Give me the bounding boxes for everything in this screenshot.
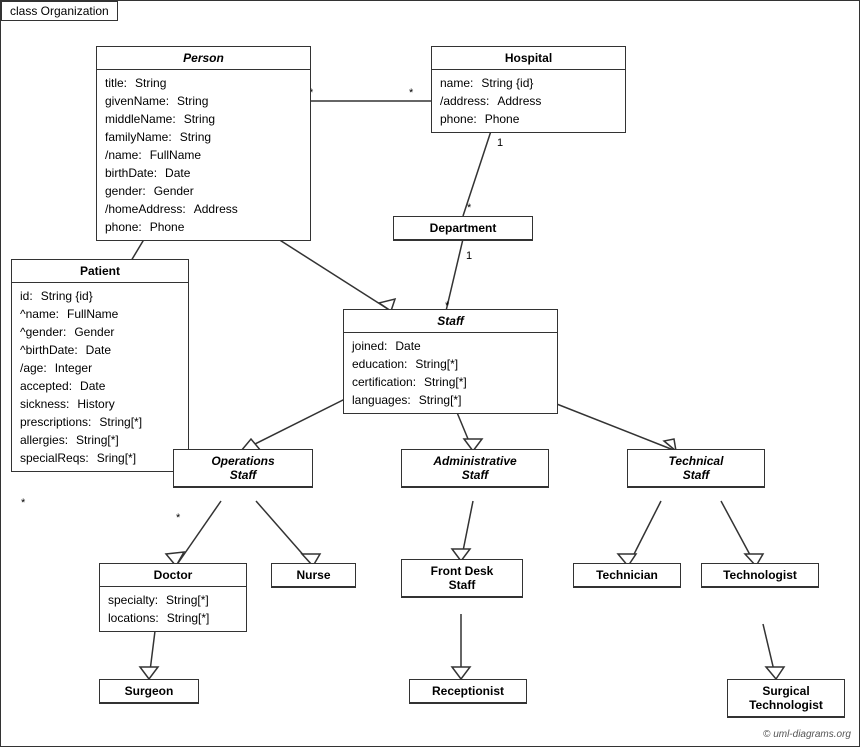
person-title: Person [97,47,310,70]
front-desk-staff-class: Front Desk Staff [401,559,523,598]
staff-body: joined:Date education:String[*] certific… [344,333,557,413]
operations-staff-class: Operations Staff [173,449,313,488]
staff-class: Staff joined:Date education:String[*] ce… [343,309,558,414]
svg-text:1: 1 [497,137,503,149]
surgical-technologist-class: Surgical Technologist [727,679,845,718]
surgeon-class: Surgeon [99,679,199,704]
diagram-title: class Organization [1,1,118,21]
svg-text:*: * [409,87,414,99]
hospital-body: name:String {id} /address:Address phone:… [432,70,625,132]
department-class: Department [393,216,533,241]
patient-class: Patient id:String {id} ^name:FullName ^g… [11,259,189,472]
hospital-title: Hospital [432,47,625,70]
nurse-title: Nurse [272,564,355,587]
svg-text:*: * [21,497,26,509]
staff-title: Staff [344,310,557,333]
svg-text:1: 1 [466,250,472,262]
technician-title: Technician [574,564,680,587]
technologist-title: Technologist [702,564,818,587]
person-class: Person title:String givenName:String mid… [96,46,311,241]
svg-text:*: * [467,202,472,214]
technologist-class: Technologist [701,563,819,588]
surgical-technologist-title: Surgical Technologist [728,680,844,717]
administrative-staff-class: Administrative Staff [401,449,549,488]
svg-text:*: * [176,512,181,524]
receptionist-title: Receptionist [410,680,526,703]
patient-title: Patient [12,260,188,283]
doctor-class: Doctor specialty:String[*] locations:Str… [99,563,247,632]
diagram-container: class Organization * * 1 * 1 * [0,0,860,747]
technical-staff-title: Technical Staff [628,450,764,487]
patient-body: id:String {id} ^name:FullName ^gender:Ge… [12,283,188,471]
doctor-title: Doctor [100,564,246,587]
copyright: © uml-diagrams.org [763,729,851,740]
doctor-body: specialty:String[*] locations:String[*] [100,587,246,631]
person-body: title:String givenName:String middleName… [97,70,310,240]
technician-class: Technician [573,563,681,588]
nurse-class: Nurse [271,563,356,588]
administrative-staff-title: Administrative Staff [402,450,548,487]
operations-staff-title: Operations Staff [174,450,312,487]
front-desk-staff-title: Front Desk Staff [402,560,522,597]
hospital-class: Hospital name:String {id} /address:Addre… [431,46,626,133]
surgeon-title: Surgeon [100,680,198,703]
receptionist-class: Receptionist [409,679,527,704]
department-title: Department [394,217,532,240]
technical-staff-class: Technical Staff [627,449,765,488]
